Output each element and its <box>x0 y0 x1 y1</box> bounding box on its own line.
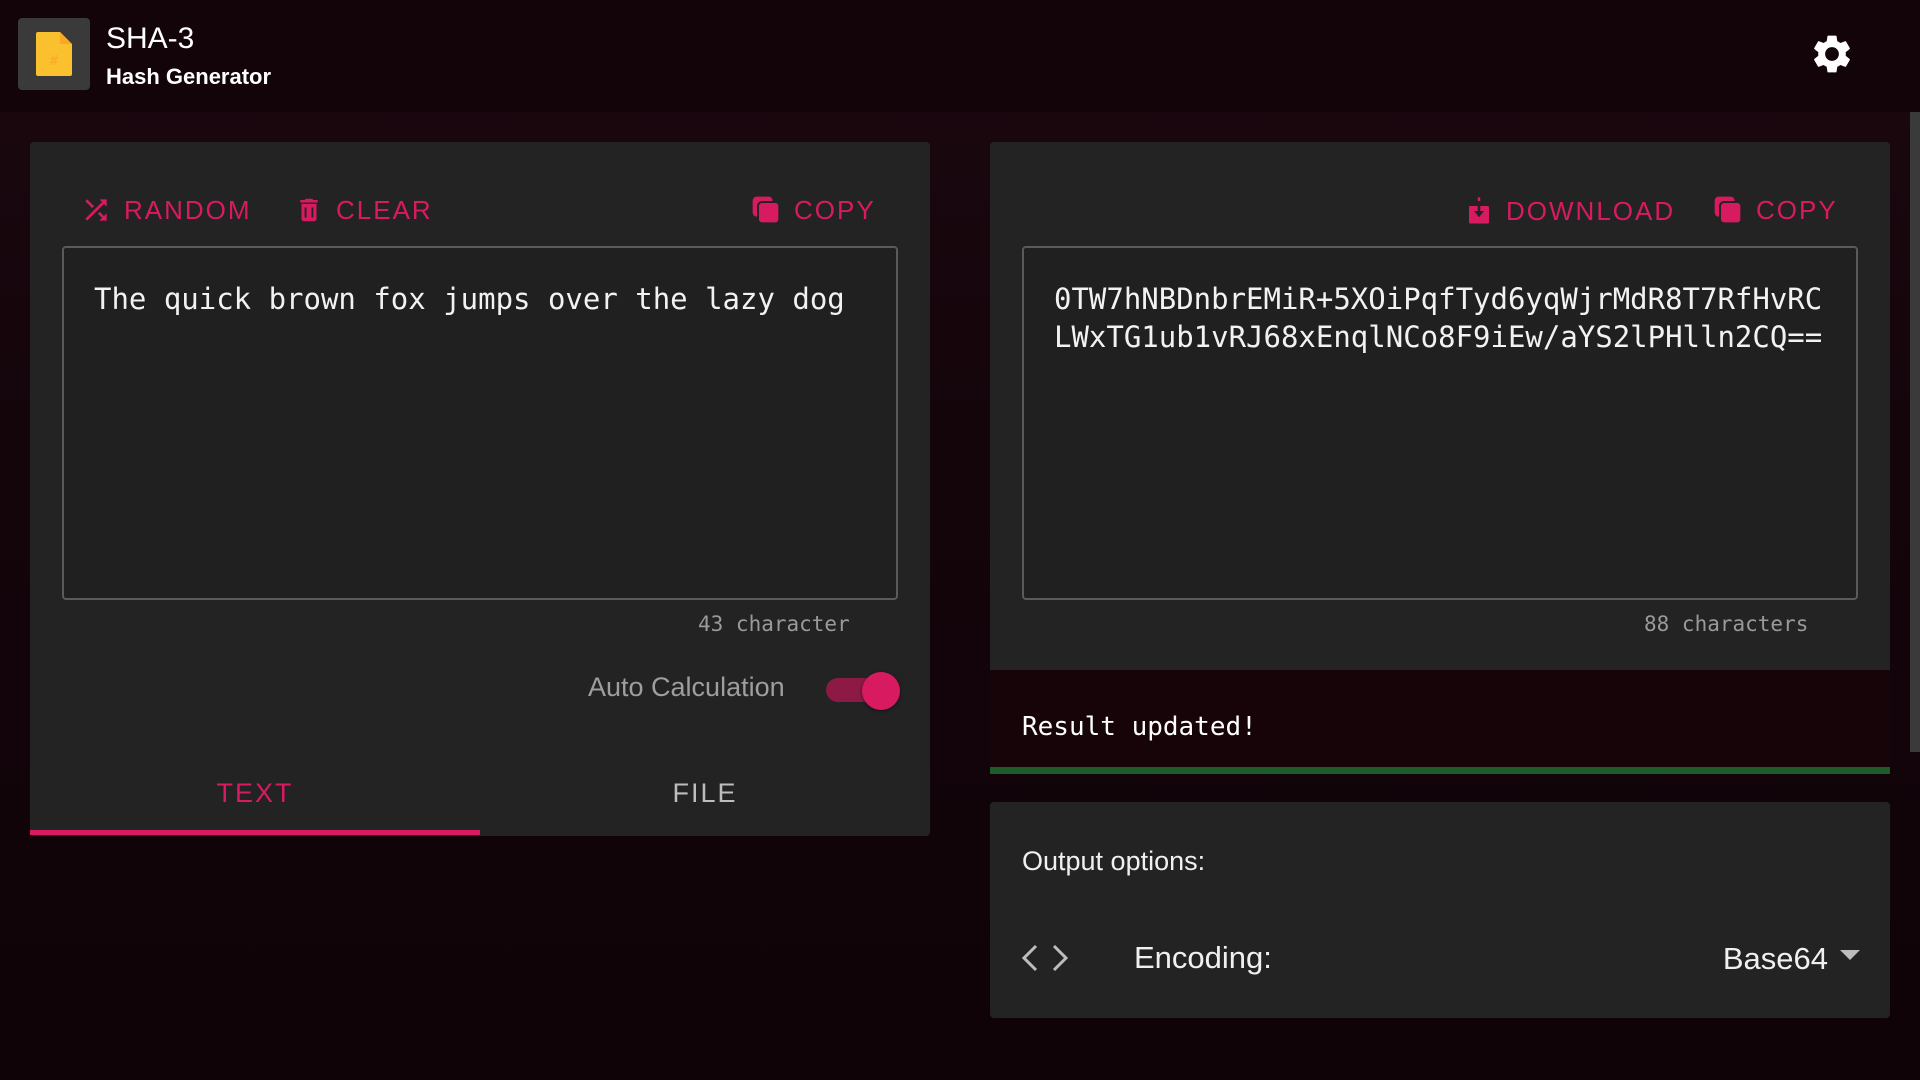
copy-icon <box>752 196 781 225</box>
trash-icon <box>300 198 318 222</box>
download-icon <box>1469 197 1489 224</box>
output-char-count: 88 characters <box>1644 612 1809 636</box>
input-char-count: 43 character <box>698 612 850 636</box>
input-card: RANDOM CLEAR COPY The quick brown fox ju… <box>30 142 930 836</box>
download-button[interactable]: DOWNLOAD <box>1464 194 1675 228</box>
copy-icon <box>1714 196 1743 225</box>
svg-text:#: # <box>49 54 60 69</box>
output-card: DOWNLOAD COPY 0TW7hNBDnbrEMiR+5XOiPqfTyd… <box>990 142 1890 670</box>
copy-output-button[interactable]: COPY <box>1712 194 1838 226</box>
copy-input-button[interactable]: COPY <box>750 194 876 226</box>
clear-button[interactable]: CLEAR <box>294 194 433 226</box>
chevron-down-icon <box>1840 950 1860 960</box>
tab-text[interactable]: TEXT <box>30 750 480 836</box>
snackbar-message: Result updated! <box>1022 712 1257 742</box>
gear-icon <box>1814 35 1850 73</box>
app-title: SHA-3 <box>106 22 195 55</box>
file-hash-icon: # <box>18 18 90 90</box>
app-bar: # SHA-3 Hash Generator <box>0 0 1920 112</box>
copy-label: COPY <box>794 194 876 225</box>
page-scrollbar[interactable] <box>1910 112 1920 752</box>
active-tab-indicator <box>30 830 480 835</box>
output-textarea[interactable]: 0TW7hNBDnbrEMiR+5XOiPqfTyd6yqWjrMdR8T7Rf… <box>1022 246 1858 600</box>
code-icon <box>1021 944 1069 972</box>
app-subtitle: Hash Generator <box>106 64 272 89</box>
input-textarea[interactable]: The quick brown fox jumps over the lazy … <box>62 246 898 600</box>
copy-label: COPY <box>1756 194 1838 225</box>
encoding-select[interactable]: Base64 <box>1700 934 1860 984</box>
tab-file[interactable]: FILE <box>480 750 930 836</box>
encoding-value: Base64 <box>1722 941 1828 976</box>
shuffle-icon <box>85 199 107 221</box>
encoding-label: Encoding: <box>1134 940 1272 975</box>
toggle-thumb <box>862 672 900 710</box>
auto-calculation-label: Auto Calculation <box>588 672 785 702</box>
auto-calculation-toggle[interactable] <box>826 672 900 710</box>
random-label: RANDOM <box>124 194 252 225</box>
settings-button[interactable] <box>1806 28 1858 80</box>
random-button[interactable]: RANDOM <box>80 194 252 226</box>
snackbar: Result updated! <box>990 670 1890 774</box>
download-label: DOWNLOAD <box>1506 195 1676 226</box>
output-options-title: Output options: <box>1022 846 1206 876</box>
clear-label: CLEAR <box>336 194 433 225</box>
snackbar-progress <box>990 767 1890 774</box>
output-options-card: Output options: Encoding: Base64 <box>990 802 1890 1018</box>
